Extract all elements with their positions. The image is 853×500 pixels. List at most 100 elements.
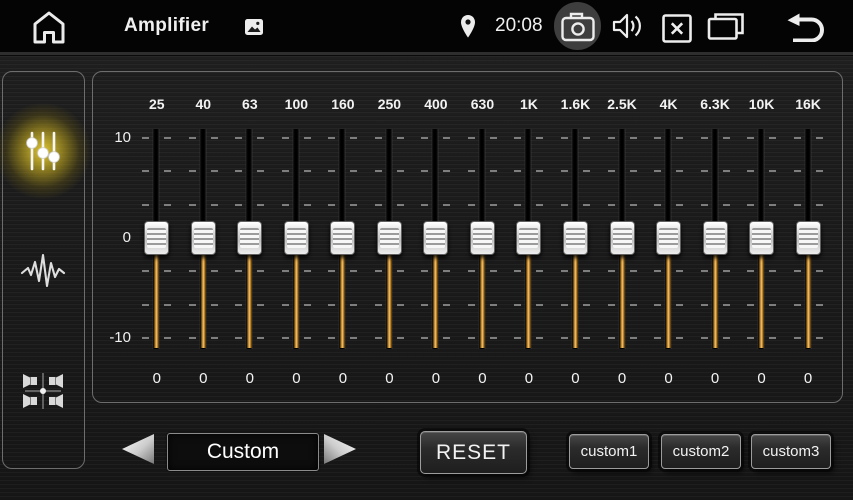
slider-track-active[interactable] — [294, 253, 299, 348]
camera-button[interactable] — [554, 2, 601, 50]
slider-track-active[interactable] — [526, 253, 531, 348]
slider-tick — [350, 304, 357, 306]
slider-track-active[interactable] — [806, 253, 811, 348]
slider-tick — [794, 204, 801, 206]
preset-prev-button[interactable] — [120, 433, 156, 465]
statusbar-divider — [0, 52, 853, 56]
slider-knob[interactable] — [377, 221, 402, 255]
eq-band-column: 160 0 — [319, 72, 366, 402]
slider-track-active[interactable] — [759, 253, 764, 348]
slider-tick — [468, 270, 475, 272]
slider-tick — [769, 337, 776, 339]
slider-knob[interactable] — [610, 221, 635, 255]
slider-tick — [816, 304, 823, 306]
slider-tick — [608, 204, 615, 206]
band-frequency-label: 4K — [645, 96, 692, 112]
slider-tick — [701, 304, 708, 306]
slider-tick — [490, 204, 497, 206]
slider-track-active[interactable] — [201, 253, 206, 348]
slider-knob[interactable] — [237, 221, 262, 255]
slider-tick — [654, 204, 661, 206]
band-frequency-label: 16K — [785, 96, 832, 112]
slider-knob[interactable] — [703, 221, 728, 255]
slider-knob[interactable] — [470, 221, 495, 255]
slider-tick — [723, 137, 730, 139]
arrow-right-icon — [322, 433, 358, 465]
slider-tick — [676, 270, 683, 272]
custom1-button[interactable]: custom1 — [569, 434, 649, 469]
slider-tick — [235, 204, 242, 206]
slider-track-active[interactable] — [247, 253, 252, 348]
slider-tick — [164, 270, 171, 272]
slider-knob[interactable] — [749, 221, 774, 255]
slider-tick — [443, 170, 450, 172]
back-button[interactable] — [784, 12, 826, 42]
slider-tick — [701, 270, 708, 272]
band-frequency-label: 2.5K — [599, 96, 646, 112]
slider-tick — [723, 270, 730, 272]
band-value-label: 0 — [599, 370, 646, 387]
slider-track-active[interactable] — [480, 253, 485, 348]
slider-tick — [397, 137, 404, 139]
slider-track-active[interactable] — [433, 253, 438, 348]
slider-knob[interactable] — [563, 221, 588, 255]
slider-knob[interactable] — [284, 221, 309, 255]
band-frequency-label: 1K — [505, 96, 552, 112]
slider-tick — [723, 337, 730, 339]
slider-tick — [328, 304, 335, 306]
recent-apps-button[interactable] — [706, 12, 745, 41]
sidebar-item-balance-fader[interactable] — [13, 361, 73, 421]
home-button[interactable] — [28, 8, 70, 46]
slider-knob[interactable] — [330, 221, 355, 255]
custom2-button[interactable]: custom2 — [661, 434, 741, 469]
slider-knob[interactable] — [796, 221, 821, 255]
gallery-button[interactable] — [243, 17, 264, 36]
custom3-button[interactable]: custom3 — [751, 434, 831, 469]
slider-knob[interactable] — [656, 221, 681, 255]
slider-knob[interactable] — [191, 221, 216, 255]
reset-button[interactable]: RESET — [420, 431, 527, 474]
volume-button[interactable] — [610, 11, 645, 41]
slider-tick — [490, 270, 497, 272]
slider-tick — [328, 337, 335, 339]
axis-label-zero: 0 — [95, 229, 131, 247]
preset-selector[interactable]: Custom — [167, 433, 319, 471]
slider-tick — [794, 270, 801, 272]
band-frequency-label: 1.6K — [552, 96, 599, 112]
slider-tick — [608, 270, 615, 272]
sidebar-item-equalizer[interactable] — [13, 121, 73, 181]
preset-next-button[interactable] — [322, 433, 358, 465]
slider-track-active[interactable] — [666, 253, 671, 348]
slider-track-active[interactable] — [713, 253, 718, 348]
slider-tick — [235, 137, 242, 139]
slider-tick — [468, 170, 475, 172]
slider-tick — [468, 204, 475, 206]
slider-tick — [514, 337, 521, 339]
close-window-button[interactable] — [661, 13, 692, 43]
slider-tick — [142, 170, 149, 172]
slider-tick — [164, 304, 171, 306]
slider-track-active[interactable] — [620, 253, 625, 348]
slider-tick — [304, 270, 311, 272]
slider-knob[interactable] — [144, 221, 169, 255]
slider-tick — [142, 304, 149, 306]
band-value-label: 0 — [459, 370, 506, 387]
slider-track-active[interactable] — [573, 253, 578, 348]
eq-band-column: 25 0 — [133, 72, 180, 402]
slider-track-active[interactable] — [340, 253, 345, 348]
slider-knob[interactable] — [423, 221, 448, 255]
slider-tick — [328, 170, 335, 172]
slider-tick — [701, 204, 708, 206]
slider-tick — [304, 137, 311, 139]
slider-tick — [328, 270, 335, 272]
slider-track-active[interactable] — [387, 253, 392, 348]
sidebar-item-sound-effect[interactable] — [13, 241, 73, 301]
slider-knob[interactable] — [516, 221, 541, 255]
slider-tick — [443, 204, 450, 206]
axis-label-min: -10 — [95, 329, 131, 347]
slider-track-active[interactable] — [154, 253, 159, 348]
slider-tick — [794, 137, 801, 139]
slider-tick — [282, 137, 289, 139]
eq-band-column: 1.6K 0 — [552, 72, 599, 402]
slider-tick — [282, 304, 289, 306]
